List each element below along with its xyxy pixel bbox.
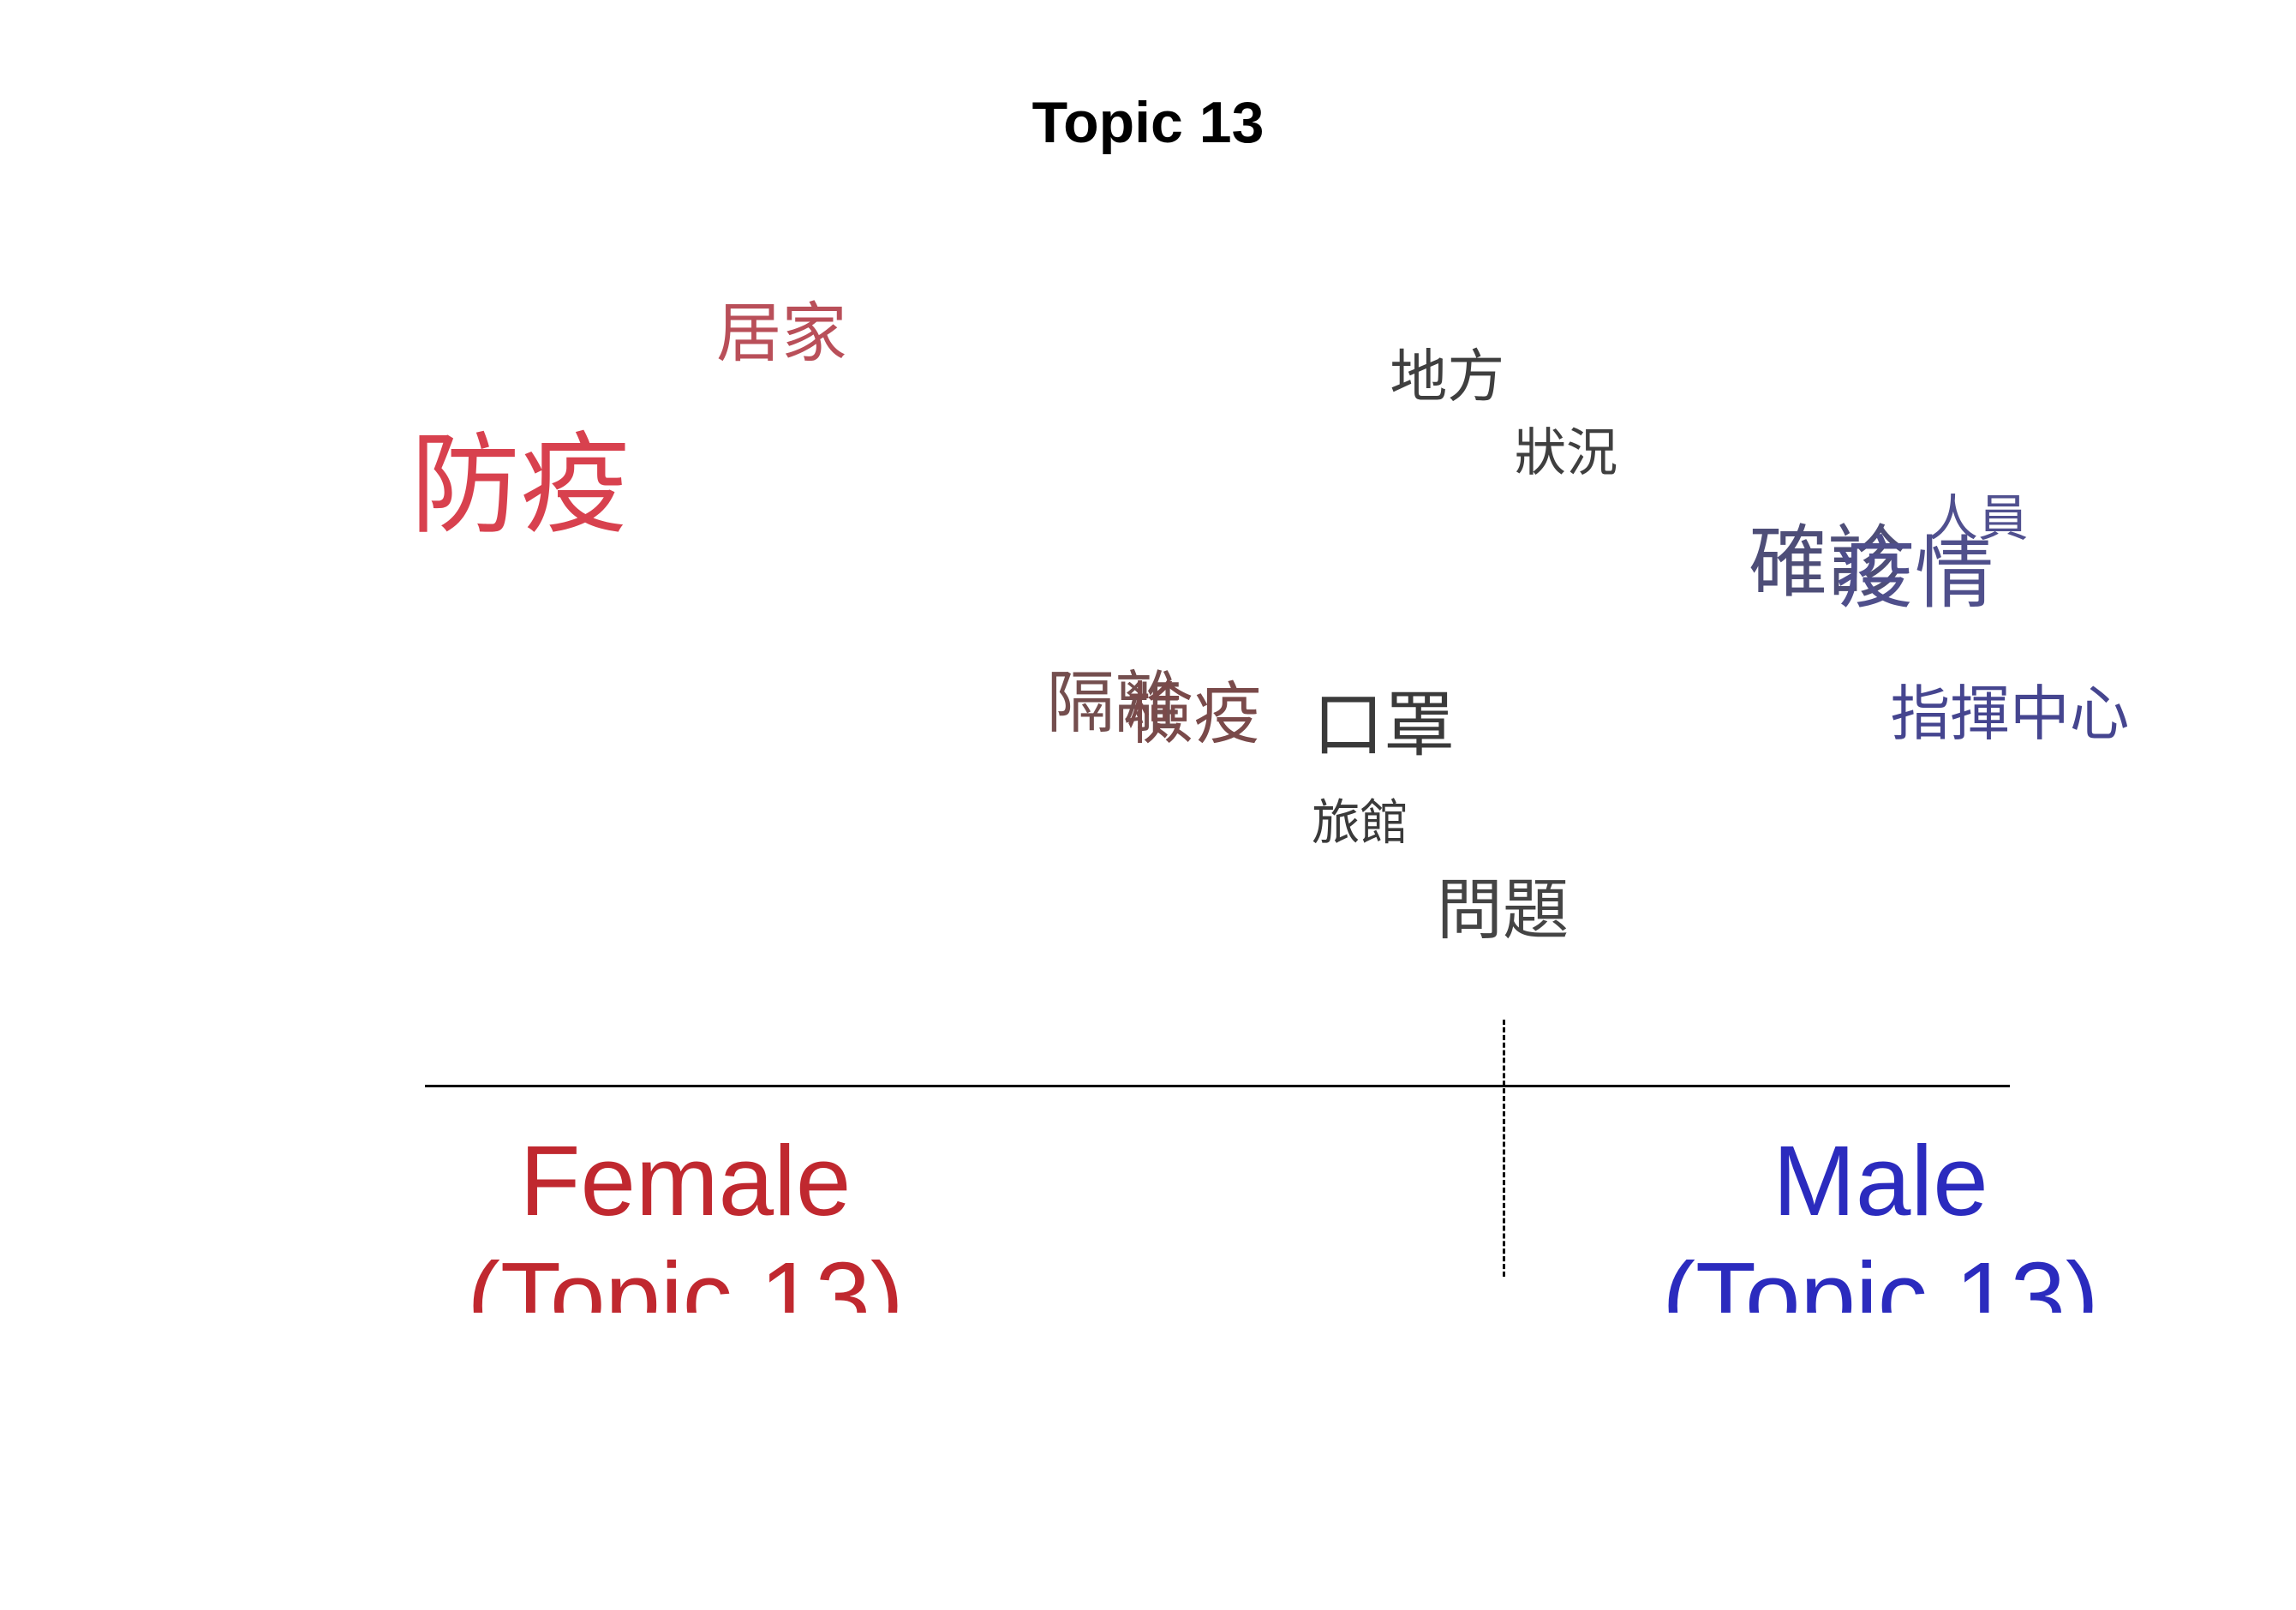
word-label: 居家 bbox=[715, 294, 847, 371]
group-labels: Female (Topic 13) Male (Topic 13) bbox=[0, 1122, 2296, 1313]
female-label-text: Female bbox=[519, 1125, 852, 1236]
word-label: 口罩 bbox=[1312, 683, 1456, 767]
word-label: 旅館 bbox=[1311, 794, 1409, 852]
female-group-label: Female (Topic 13) bbox=[467, 1122, 903, 1313]
word-label: 地方 bbox=[1390, 343, 1505, 410]
word-label: 防疫 bbox=[410, 422, 631, 549]
word-label: 狀況 bbox=[1514, 422, 1618, 483]
chart-title: Topic 13 bbox=[1031, 90, 1265, 155]
word-label: 問題 bbox=[1436, 871, 1570, 949]
word-label: 檢疫 bbox=[1126, 674, 1262, 754]
word-label: 指揮中心 bbox=[1890, 679, 2130, 750]
female-sublabel-text: (Topic 13) bbox=[467, 1242, 904, 1313]
male-label-text: Male bbox=[1773, 1125, 1988, 1236]
male-group-label: Male (Topic 13) bbox=[1662, 1122, 2098, 1313]
male-sublabel-text: (Topic 13) bbox=[1662, 1242, 2099, 1313]
topic-word-plot: Topic 13 防疫 居家 地方 狀況 確診 疫情 人員 指揮中心 隔離 檢疫 口罩 旅館 問題 Fe… bbox=[0, 0, 2296, 1610]
baseline-axis bbox=[425, 1085, 2010, 1087]
word-label: 人員 bbox=[1928, 488, 2029, 548]
